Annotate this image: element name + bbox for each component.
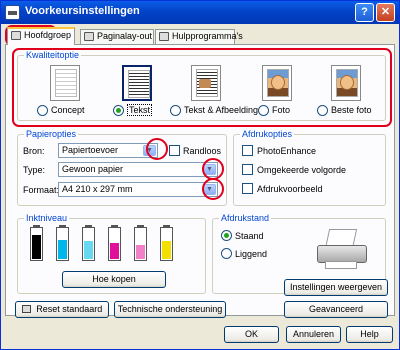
tab-hulpprogrammas[interactable]: Hulpprogramma's	[155, 29, 243, 44]
print-preview-checkbox[interactable]	[242, 183, 253, 194]
printer-tray-icon	[325, 261, 357, 269]
text-image-radio[interactable]	[170, 105, 181, 116]
close-title-button[interactable]: ✕	[376, 3, 395, 22]
borderless-checkbox[interactable]	[169, 145, 180, 156]
photoenhance-checkbox[interactable]	[242, 145, 253, 156]
ink-level-fill	[84, 241, 93, 259]
cancel-button[interactable]: Annuleren	[286, 326, 341, 343]
type-dropdown-annotation	[202, 158, 224, 180]
source-label: Bron:	[23, 146, 45, 156]
ink-cartridge-cap	[137, 225, 144, 228]
printer-app-icon	[5, 5, 20, 20]
print-options-title: Afdrukopties	[240, 129, 295, 139]
concept-label: Concept	[51, 105, 85, 115]
tab-hoofdgroep[interactable]: Hoofdgroep	[7, 27, 75, 45]
borderless-label: Randloos	[183, 146, 222, 156]
reset-defaults-button[interactable]: Reset standaard	[15, 301, 109, 318]
ink-level-fill	[162, 241, 171, 259]
paper-options-title: Papieropties	[24, 129, 79, 139]
photo-label: Foto	[272, 105, 291, 115]
how-to-buy-button[interactable]: Hoe kopen	[62, 271, 166, 288]
concept-radio[interactable]	[37, 105, 48, 116]
format-value: A4 210 x 297 mm	[62, 184, 133, 194]
format-dropdown-annotation	[202, 178, 224, 200]
show-settings-button[interactable]: Instellingen weergeven	[284, 279, 388, 296]
print-preview-label: Afdrukvoorbeeld	[257, 184, 323, 194]
ink-cartridge-cap	[163, 225, 170, 228]
tab-label: Hulpprogramma's	[172, 31, 243, 41]
tab-paginalay-out[interactable]: Paginalay-out	[80, 29, 154, 44]
ink-level-fill	[58, 240, 67, 259]
source-dropdown-annotation	[146, 138, 168, 160]
printer-preferences-window: Voorkeursinstellingen ? ✕ Hoofdgroep Pag…	[0, 0, 400, 350]
ink-cartridge-cap	[59, 225, 66, 228]
utilities-tab-icon	[159, 32, 169, 41]
ink-cartridge	[134, 225, 147, 261]
advanced-button[interactable]: Geavanceerd	[284, 301, 388, 318]
main-tab-icon	[11, 31, 21, 40]
photoenhance-label: PhotoEnhance	[257, 146, 317, 156]
reset-icon	[21, 305, 31, 313]
tab-panel-hoofdgroep: Kwaliteitoptie Concept Tekst Tekst & Afb…	[5, 44, 395, 318]
ink-level-fill	[32, 235, 41, 259]
ink-cartridge-cap	[85, 225, 92, 228]
type-value: Gewoon papier	[62, 164, 124, 174]
landscape-radio[interactable]	[221, 248, 232, 259]
text-quality-icon[interactable]	[122, 65, 152, 101]
ok-button[interactable]: OK	[224, 326, 279, 343]
title-bar[interactable]: Voorkeursinstellingen ? ✕	[1, 1, 399, 24]
ink-level-title: Inktniveau	[24, 213, 70, 223]
help-title-button[interactable]: ?	[355, 3, 374, 22]
best-photo-quality-icon[interactable]	[331, 65, 361, 101]
reverse-order-checkbox[interactable]	[242, 164, 253, 175]
text-image-quality-icon[interactable]	[191, 65, 221, 101]
help-button[interactable]: Help	[346, 326, 393, 343]
ink-level-fill	[136, 245, 145, 259]
ink-cartridge	[82, 225, 95, 261]
source-select[interactable]: Papiertoevoer ▼	[58, 143, 158, 158]
text-radio[interactable]	[113, 105, 124, 116]
ink-level-fill	[110, 243, 119, 259]
ink-cartridge	[160, 225, 173, 261]
text-image-label: Tekst & Afbeelding	[184, 105, 259, 115]
window-title: Voorkeursinstellingen	[25, 5, 140, 17]
ink-cartridge	[30, 225, 43, 261]
concept-quality-icon[interactable]	[50, 65, 80, 101]
type-select[interactable]: Gewoon papier ▼	[58, 162, 218, 177]
ink-cartridge	[108, 225, 121, 261]
ink-cartridge	[56, 225, 69, 261]
portrait-label: Staand	[235, 231, 264, 241]
landscape-label: Liggend	[235, 249, 268, 259]
portrait-radio[interactable]	[221, 230, 232, 241]
reverse-order-label: Omgekeerde volgorde	[257, 165, 347, 175]
text-label: Tekst	[127, 104, 153, 116]
best-photo-radio[interactable]	[317, 105, 328, 116]
format-label: Formaat:	[23, 185, 60, 195]
ink-cartridge-cap	[33, 225, 40, 228]
tab-label: Hoofdgroep	[24, 30, 72, 40]
orientation-title: Afdrukstand	[219, 213, 272, 223]
technical-support-button[interactable]: Technische ondersteuning	[114, 301, 226, 318]
reset-label: Reset standaard	[36, 304, 103, 314]
printer-illustration	[313, 225, 371, 273]
tab-label: Paginalay-out	[97, 31, 153, 41]
source-value: Papiertoevoer	[62, 145, 119, 155]
format-select[interactable]: A4 210 x 297 mm ▼	[58, 182, 218, 197]
photo-quality-icon[interactable]	[262, 65, 292, 101]
page-layout-tab-icon	[84, 32, 94, 41]
ink-cartridge-cap	[111, 225, 118, 228]
photo-radio[interactable]	[258, 105, 269, 116]
best-photo-label: Beste foto	[331, 105, 372, 115]
type-label: Type:	[23, 165, 46, 175]
